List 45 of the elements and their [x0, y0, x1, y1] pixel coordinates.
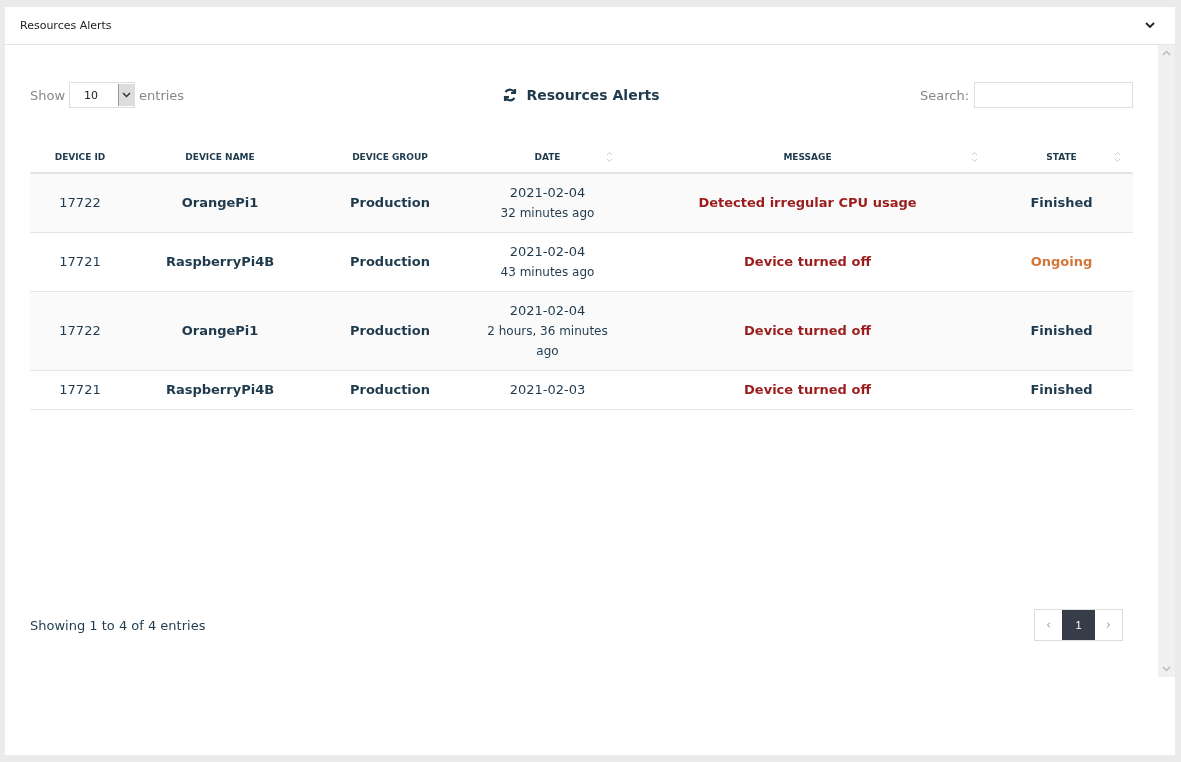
table-cell: 17721: [30, 370, 130, 410]
table-cell: Device turned off: [625, 232, 990, 292]
scrollbar[interactable]: [1158, 45, 1175, 677]
caret-icon: [122, 92, 132, 98]
panel-title: Resources Alerts: [20, 19, 112, 32]
entries-info: Showing 1 to 4 of 4 entries: [30, 617, 206, 633]
entries-label: entries: [139, 87, 185, 103]
show-label: Show: [30, 87, 66, 103]
search-label: Search:: [919, 87, 969, 103]
table-cell: RaspberryPi4B: [130, 370, 310, 410]
date-text: 2021-02-04: [509, 243, 586, 261]
table-cell: 17722: [30, 173, 130, 233]
state-cell: Finished: [990, 173, 1133, 233]
state-cell: Ongoing: [990, 232, 1133, 292]
table-cell: Production: [310, 291, 470, 371]
table-cell: 17722: [30, 291, 130, 371]
sort-icon[interactable]: [971, 151, 978, 163]
table-cell: Production: [310, 232, 470, 292]
date-text: 2021-02-03: [509, 381, 586, 399]
table-cell: Detected irregular CPU usage: [625, 173, 990, 233]
chevron-right-icon: [1104, 622, 1113, 628]
table-cell: Device turned off: [625, 370, 990, 410]
search-field[interactable]: [974, 82, 1133, 108]
chevron-left-icon: [1044, 622, 1053, 628]
relative-time: 32 minutes ago: [500, 205, 595, 222]
table-cell: Production: [310, 370, 470, 410]
state-cell: Finished: [990, 291, 1133, 371]
entries-dropdown[interactable]: 10: [69, 82, 136, 108]
table-cell: RaspberryPi4B: [130, 232, 310, 292]
relative-time: 2 hours, 36 minutes ago: [486, 323, 609, 360]
page-button[interactable]: 1: [1062, 610, 1095, 640]
table-cell: OrangePi1: [130, 173, 310, 233]
sort-icon[interactable]: [606, 151, 613, 163]
table-cell: OrangePi1: [130, 291, 310, 371]
state-cell: Finished: [990, 370, 1133, 410]
table-title: Resources Alerts: [526, 87, 660, 103]
relative-time: 43 minutes ago: [500, 264, 595, 281]
refresh-icon[interactable]: [503, 88, 518, 102]
sort-icon[interactable]: [1114, 151, 1121, 163]
table-cell: Production: [310, 173, 470, 233]
date-text: 2021-02-04: [509, 302, 586, 320]
chevron-icon[interactable]: [1145, 22, 1155, 29]
table-cell: Device turned off: [625, 291, 990, 371]
table-cell: 17721: [30, 232, 130, 292]
date-text: 2021-02-04: [509, 184, 586, 202]
